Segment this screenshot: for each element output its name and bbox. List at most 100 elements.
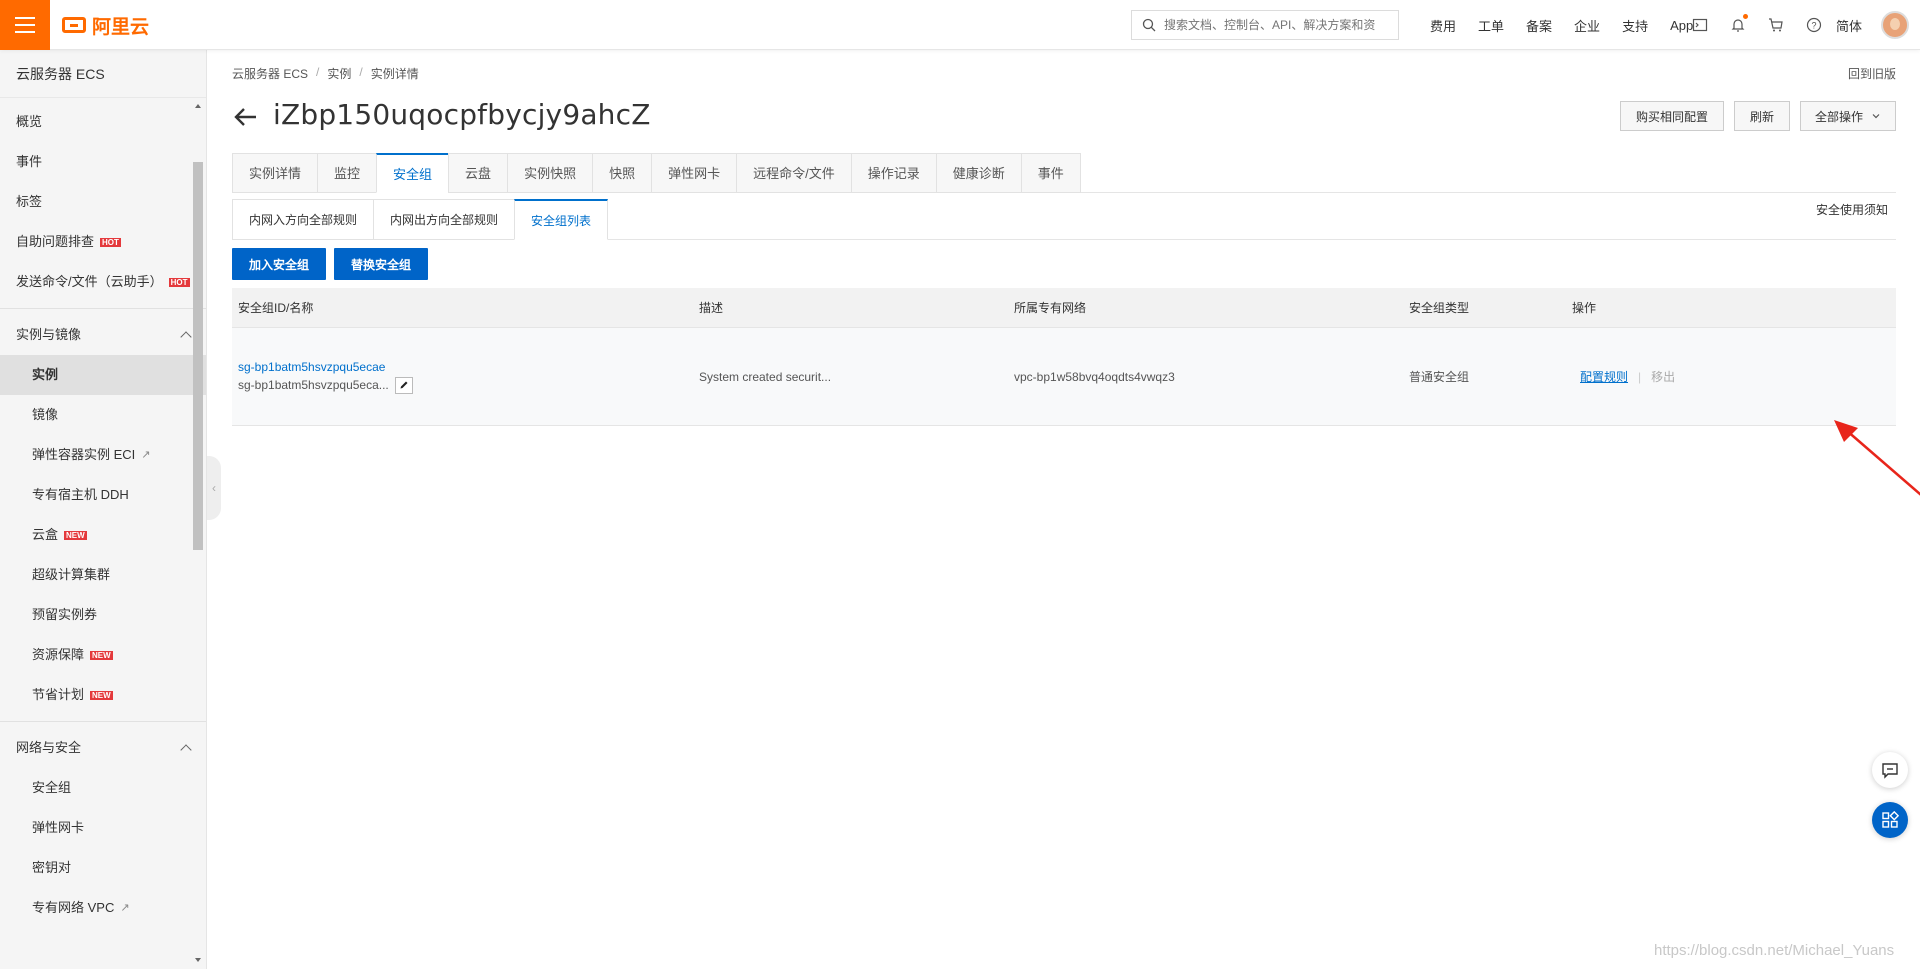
sidebar-item-savings-plan[interactable]: 节省计划 NEW bbox=[0, 675, 206, 715]
nav-link-support[interactable]: 支持 bbox=[1622, 16, 1648, 35]
nav-link-enterprise[interactable]: 企业 bbox=[1574, 16, 1600, 35]
help-icon[interactable]: ? bbox=[1806, 17, 1822, 33]
sidebar-item-cloudbox[interactable]: 云盒 NEW bbox=[0, 515, 206, 555]
tab-operation-logs[interactable]: 操作记录 bbox=[850, 153, 936, 193]
global-search[interactable] bbox=[1131, 10, 1399, 40]
sidebar-item-security-groups[interactable]: 安全组 bbox=[0, 768, 206, 808]
tab-instance-details[interactable]: 实例详情 bbox=[232, 153, 318, 193]
security-notice-link[interactable]: 安全使用须知 bbox=[1816, 201, 1888, 218]
sidebar-item-images[interactable]: 镜像 bbox=[0, 395, 206, 435]
language-switch[interactable]: 简体 bbox=[1836, 16, 1862, 35]
sidebar-item-label: 云盒 bbox=[32, 527, 59, 542]
buy-same-config-button[interactable]: 购买相同配置 bbox=[1620, 101, 1724, 131]
hamburger-menu-button[interactable] bbox=[0, 0, 50, 50]
subtab-outbound-rules[interactable]: 内网出方向全部规则 bbox=[373, 199, 515, 240]
top-nav-links: 费用 工单 备案 企业 支持 App bbox=[1430, 0, 1715, 50]
sidebar-item-label: 专有宿主机 DDH bbox=[32, 487, 129, 502]
subtab-security-group-list[interactable]: 安全组列表 bbox=[514, 199, 609, 240]
sidebar-item-ddh[interactable]: 专有宿主机 DDH bbox=[0, 475, 206, 515]
quick-apps-button[interactable] bbox=[1872, 802, 1908, 838]
breadcrumb-item-instances[interactable]: 实例 bbox=[327, 65, 351, 82]
sidebar-item-label: 实例 bbox=[32, 367, 59, 382]
security-group-id-link[interactable]: sg-bp1batm5hsvzpqu5ecae bbox=[238, 360, 699, 374]
edit-pencil-icon[interactable] bbox=[394, 376, 413, 394]
column-header-id-name: 安全组ID/名称 bbox=[238, 301, 314, 315]
sidebar-group-label: 实例与镜像 bbox=[16, 327, 82, 342]
tab-monitoring[interactable]: 监控 bbox=[317, 153, 377, 193]
nav-link-app[interactable]: App bbox=[1670, 18, 1693, 33]
join-security-group-button[interactable]: 加入安全组 bbox=[232, 248, 326, 280]
sidebar-group-instances-images[interactable]: 实例与镜像 bbox=[0, 315, 206, 355]
security-group-name-text: sg-bp1batm5hsvzpqu5eca... bbox=[238, 378, 389, 392]
hot-badge: HOT bbox=[100, 237, 121, 247]
feedback-chat-button[interactable] bbox=[1872, 752, 1908, 788]
all-operations-dropdown[interactable]: 全部操作 bbox=[1800, 101, 1896, 131]
tab-eni[interactable]: 弹性网卡 bbox=[651, 153, 737, 193]
tab-instance-snapshots[interactable]: 实例快照 bbox=[507, 153, 593, 193]
chevron-left-icon: ‹ bbox=[212, 481, 216, 495]
sidebar-item-label: 安全组 bbox=[32, 780, 72, 795]
scrollbar-thumb[interactable] bbox=[193, 162, 203, 550]
sidebar-item-reserved-instances[interactable]: 预留实例券 bbox=[0, 595, 206, 635]
tab-security-groups[interactable]: 安全组 bbox=[376, 153, 449, 193]
sidebar-item-label: 资源保障 bbox=[32, 647, 85, 662]
replace-security-group-button[interactable]: 替换安全组 bbox=[334, 248, 428, 280]
configure-rules-link[interactable]: 配置规则 bbox=[1580, 370, 1628, 384]
sidebar-item-overview[interactable]: 概览 bbox=[0, 102, 206, 142]
sidebar-item-label: 镜像 bbox=[32, 407, 59, 422]
bell-icon[interactable] bbox=[1730, 14, 1748, 33]
sidebar-item-label: 预留实例券 bbox=[32, 607, 98, 622]
instance-detail-tabs: 实例详情 监控 安全组 云盘 实例快照 快照 弹性网卡 远程命令/文件 操作记录… bbox=[232, 153, 1896, 193]
sidebar-item-label: 标签 bbox=[16, 194, 43, 209]
sidebar-item-tags[interactable]: 标签 bbox=[0, 182, 206, 222]
tab-events[interactable]: 事件 bbox=[1020, 153, 1081, 193]
sidebar-item-key-pairs[interactable]: 密钥对 bbox=[0, 848, 206, 888]
sidebar-item-self-diagnosis[interactable]: 自助问题排查 HOT bbox=[0, 222, 206, 262]
sidebar-item-send-command[interactable]: 发送命令/文件（云助手） HOT bbox=[0, 262, 206, 302]
search-input[interactable] bbox=[1164, 18, 1384, 32]
sidebar-item-scc[interactable]: 超级计算集群 bbox=[0, 555, 206, 595]
sidebar-group-network-security[interactable]: 网络与安全 bbox=[0, 728, 206, 768]
terminal-icon[interactable] bbox=[1692, 17, 1708, 33]
tab-health-diagnosis[interactable]: 健康诊断 bbox=[935, 153, 1021, 193]
back-arrow-icon[interactable] bbox=[234, 105, 258, 133]
sidebar-item-label: 弹性网卡 bbox=[32, 820, 85, 835]
tab-remote-commands[interactable]: 远程命令/文件 bbox=[736, 153, 851, 193]
watermark: https://blog.csdn.net/Michael_Yuans bbox=[1654, 942, 1895, 959]
main-content: 云服务器 ECS / 实例 / 实例详情 回到旧版 iZbp150uqocpfb… bbox=[232, 50, 1920, 969]
table-row: sg-bp1batm5hsvzpqu5ecae sg-bp1batm5hsvzp… bbox=[232, 328, 1896, 426]
sidebar-item-capacity-reservation[interactable]: 资源保障 NEW bbox=[0, 635, 206, 675]
nav-link-ticket[interactable]: 工单 bbox=[1478, 16, 1504, 35]
security-group-subtabs: 内网入方向全部规则 内网出方向全部规则 安全组列表 bbox=[232, 199, 1896, 240]
back-to-old-version-link[interactable]: 回到旧版 bbox=[1848, 65, 1896, 82]
top-navbar: 阿里云 费用 工单 备案 企业 支持 App ? 简体 bbox=[0, 0, 1920, 50]
sidebar-item-events[interactable]: 事件 bbox=[0, 142, 206, 182]
sidebar-item-vpc[interactable]: 专有网络 VPC ↗ bbox=[0, 888, 206, 928]
annotation-arrow bbox=[1834, 420, 1920, 496]
external-link-icon: ↗ bbox=[120, 902, 130, 914]
nav-link-fees[interactable]: 费用 bbox=[1430, 16, 1456, 35]
nav-link-icp[interactable]: 备案 bbox=[1526, 16, 1552, 35]
subtab-inbound-rules[interactable]: 内网入方向全部规则 bbox=[232, 199, 374, 240]
breadcrumb: 云服务器 ECS / 实例 / 实例详情 bbox=[232, 65, 419, 82]
sidebar-item-eci[interactable]: 弹性容器实例 ECI ↗ bbox=[0, 435, 206, 475]
tab-snapshots[interactable]: 快照 bbox=[592, 153, 652, 193]
svg-text:?: ? bbox=[1811, 21, 1816, 31]
sidebar-collapse-handle[interactable]: ‹ bbox=[207, 456, 221, 520]
table-header: 安全组ID/名称 描述 所属专有网络 安全组类型 操作 bbox=[232, 288, 1896, 328]
breadcrumb-item-ecs[interactable]: 云服务器 ECS bbox=[232, 65, 308, 82]
sidebar-item-label: 密钥对 bbox=[32, 860, 72, 875]
action-separator: | bbox=[1638, 370, 1642, 384]
sidebar-item-label: 节省计划 bbox=[32, 687, 85, 702]
hot-badge: HOT bbox=[168, 277, 190, 287]
tab-disks[interactable]: 云盘 bbox=[448, 153, 508, 193]
aliyun-logo[interactable]: 阿里云 bbox=[62, 13, 149, 38]
cart-icon[interactable] bbox=[1768, 17, 1784, 33]
scroll-down-arrow-icon[interactable] bbox=[195, 958, 201, 962]
sidebar-item-instances[interactable]: 实例 bbox=[0, 355, 206, 395]
scroll-up-arrow-icon[interactable] bbox=[195, 104, 201, 108]
refresh-button[interactable]: 刷新 bbox=[1734, 101, 1790, 131]
sidebar-scrollbar[interactable] bbox=[193, 102, 205, 964]
sidebar-item-eni[interactable]: 弹性网卡 bbox=[0, 808, 206, 848]
user-avatar[interactable] bbox=[1881, 11, 1909, 39]
